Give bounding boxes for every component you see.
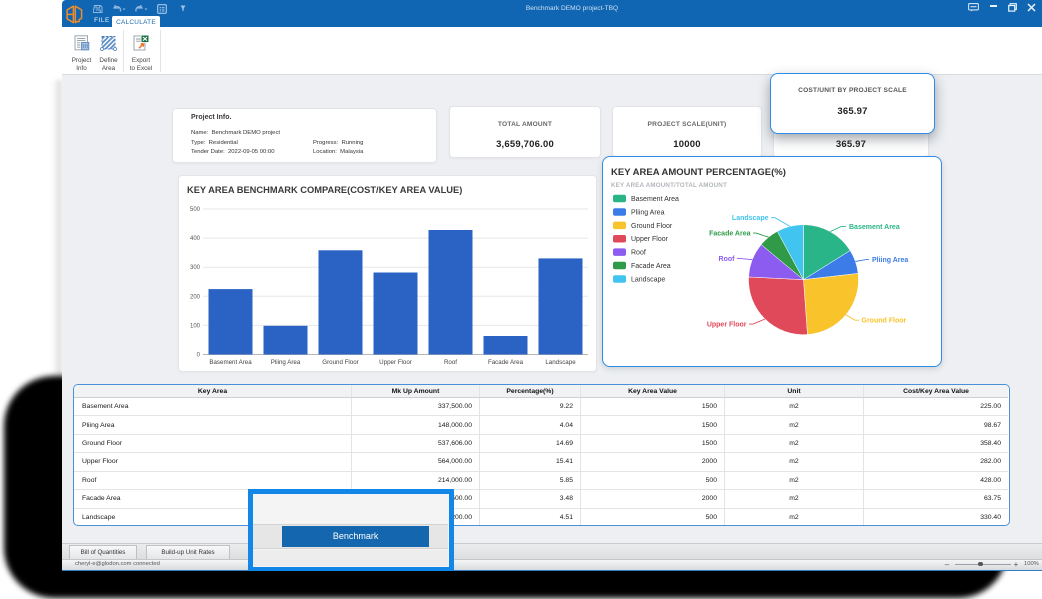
svg-text:Facade Area: Facade Area bbox=[631, 263, 671, 270]
svg-text:Roof: Roof bbox=[444, 359, 457, 366]
svg-text:Facade Area: Facade Area bbox=[709, 231, 750, 238]
svg-text:Upper Floor: Upper Floor bbox=[379, 359, 412, 366]
svg-text:0: 0 bbox=[197, 353, 201, 359]
svg-text:200: 200 bbox=[190, 294, 201, 300]
svg-text:KEY AREA AMOUNT/TOTAL AMOUNT: KEY AREA AMOUNT/TOTAL AMOUNT bbox=[611, 182, 727, 189]
svg-text:Pliing Area: Pliing Area bbox=[631, 209, 665, 216]
svg-text:Facade Area: Facade Area bbox=[488, 359, 524, 366]
svg-text:400: 400 bbox=[190, 236, 201, 242]
svg-text:Ground Floor: Ground Floor bbox=[631, 223, 673, 230]
svg-text:Ground Floor: Ground Floor bbox=[862, 318, 907, 325]
svg-text:Basement Area: Basement Area bbox=[631, 196, 679, 203]
svg-text:300: 300 bbox=[190, 265, 201, 271]
svg-text:Basement Area: Basement Area bbox=[849, 224, 900, 231]
svg-text:KEY AREA BENCHMARK COMPARE(COS: KEY AREA BENCHMARK COMPARE(COST/KEY AREA… bbox=[187, 185, 462, 195]
svg-text:Upper Floor: Upper Floor bbox=[631, 236, 669, 243]
svg-text:100: 100 bbox=[190, 323, 201, 329]
svg-text:KEY AREA AMOUNT PERCENTAGE(%): KEY AREA AMOUNT PERCENTAGE(%) bbox=[611, 167, 786, 178]
svg-text:500: 500 bbox=[190, 207, 201, 213]
svg-text:Ground Floor: Ground Floor bbox=[322, 359, 358, 366]
svg-text:Landscape: Landscape bbox=[732, 215, 769, 222]
svg-text:Landscape: Landscape bbox=[545, 359, 576, 366]
svg-text:Pliing Area: Pliing Area bbox=[872, 257, 908, 264]
svg-text:Roof: Roof bbox=[631, 250, 646, 257]
svg-text:Basement Area: Basement Area bbox=[209, 359, 252, 366]
svg-text:Upper Floor: Upper Floor bbox=[707, 322, 747, 329]
svg-text:Landscape: Landscape bbox=[631, 276, 665, 283]
svg-text:Pliing Area: Pliing Area bbox=[271, 359, 301, 366]
svg-text:Roof: Roof bbox=[719, 256, 736, 263]
